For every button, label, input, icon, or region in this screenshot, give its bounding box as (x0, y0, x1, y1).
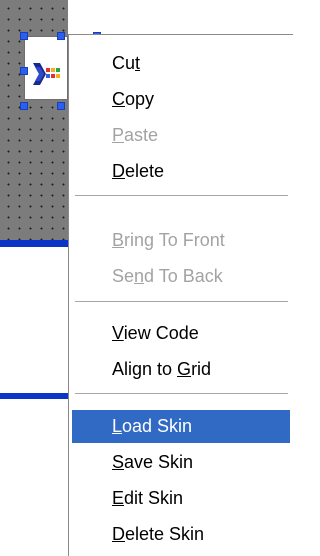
menu-item-save-skin[interactable]: Save Skin (72, 446, 290, 479)
menu-item-bring-to-front: Bring To Front (112, 230, 225, 250)
resize-handle-top-left[interactable] (20, 32, 28, 40)
lower-guide-line (0, 393, 68, 399)
menu-item-align-to-grid[interactable]: Align to Grid (72, 353, 290, 386)
menu-item-load-skin[interactable]: Load Skin (72, 410, 290, 443)
resize-handle-top-middle[interactable] (57, 32, 65, 40)
menu-item-copy[interactable]: Copy (72, 83, 290, 116)
menu-item-send-to-back: Send To Back (112, 266, 223, 286)
resize-handle-bottom-left[interactable] (20, 102, 28, 110)
menu-item-cut[interactable]: Cut (72, 47, 290, 80)
menu-item-delete[interactable]: Delete (72, 155, 290, 188)
menu-item-view-code[interactable]: View Code (72, 317, 290, 350)
canvas-bottom-guide-line (0, 240, 68, 247)
menu-item-edit-skin[interactable]: Edit Skin (72, 482, 290, 515)
menu-separator (75, 301, 288, 303)
resize-handle-middle-left[interactable] (20, 67, 28, 75)
context-menu: Cut Copy Paste Delete Bring To Front Sen… (68, 34, 293, 556)
menu-separator (75, 393, 288, 395)
resize-handle-bottom-middle[interactable] (57, 102, 65, 110)
arrow-logo-icon (33, 63, 60, 85)
menu-item-paste: Paste (112, 125, 159, 145)
menu-separator (75, 195, 288, 197)
selected-control[interactable] (24, 36, 68, 100)
menu-item-delete-skin[interactable]: Delete Skin (72, 518, 290, 551)
